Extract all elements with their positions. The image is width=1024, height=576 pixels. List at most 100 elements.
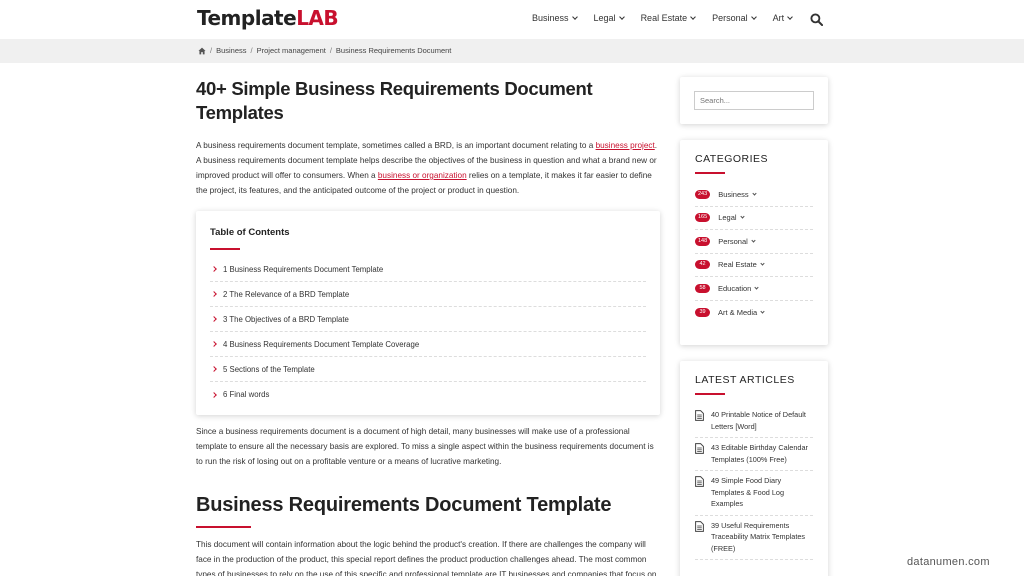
search-widget (680, 77, 828, 124)
nav-label: Real Estate (640, 13, 688, 23)
chevron-down-icon (751, 238, 756, 243)
count-badge: 148 (695, 236, 711, 246)
search-icon[interactable] (810, 13, 823, 26)
count-badge: 58 (695, 283, 710, 293)
breadcrumb-separator: / (250, 46, 253, 55)
chevron-down-icon (690, 13, 696, 20)
toc-item[interactable]: 3 The Objectives of a BRD Template (210, 307, 646, 332)
toc-item[interactable]: 2 The Relevance of a BRD Template (210, 282, 646, 307)
breadcrumb: / Business / Project management / Busine… (198, 46, 451, 55)
count-badge: 243 (695, 189, 711, 199)
chevron-right-icon (211, 366, 217, 372)
chevron-down-icon (754, 285, 759, 290)
nav-label: Art (772, 13, 785, 23)
nav-item-real-estate[interactable]: Real Estate (641, 13, 696, 23)
document-icon (695, 476, 704, 487)
toc-title-underline (210, 248, 240, 250)
category-label: Real Estate (718, 260, 757, 270)
latest-article-item[interactable]: 49 Simple Food Diary Templates & Food Lo… (695, 471, 813, 516)
watermark: datanumen.com (907, 556, 990, 568)
latest-article-title: 49 Simple Food Diary Templates & Food Lo… (711, 476, 785, 508)
site-header: TemplateLAB Business Legal Real Estate P… (0, 0, 1024, 39)
category-item-business[interactable]: 243 Business (695, 183, 813, 207)
latest-article-item[interactable]: 43 Editable Birthday Calendar Templates … (695, 438, 813, 471)
count-badge: 39 (695, 307, 710, 317)
category-label: Legal (718, 213, 737, 223)
document-icon (695, 443, 704, 454)
chevron-down-icon (571, 13, 578, 20)
category-list: 243 Business 165 Legal 148 Personal 42 Real … (695, 183, 813, 324)
section-heading-underline (196, 526, 251, 528)
category-item-personal[interactable]: 148 Personal (695, 230, 813, 254)
category-item-legal[interactable]: 165 Legal (695, 207, 813, 230)
chevron-down-icon (787, 13, 793, 20)
toc-item[interactable]: 1 Business Requirements Document Templat… (210, 257, 646, 282)
table-of-contents: Table of Contents 1 Business Requirement… (196, 211, 660, 415)
chevron-down-icon (750, 13, 757, 20)
chevron-right-icon (211, 341, 217, 347)
breadcrumb-bar: / Business / Project management / Busine… (0, 39, 1024, 63)
document-icon (695, 410, 704, 421)
category-label: Art & Media (718, 307, 758, 317)
body-paragraph: Since a business requirements document i… (196, 427, 654, 466)
toc-item-label: 3 The Objectives of a BRD Template (223, 314, 349, 324)
page-title: 40+ Simple Business Requirements Documen… (196, 78, 593, 123)
count-badge: 42 (695, 260, 710, 270)
latest-articles-list: 40 Printable Notice of Default Letters [… (695, 405, 813, 560)
widget-title-underline (695, 393, 725, 395)
category-item-art-media[interactable]: 39 Art & Media (695, 301, 813, 325)
toc-item-label: 6 Final words (223, 390, 270, 399)
search-input[interactable] (694, 91, 814, 110)
nav-item-legal[interactable]: Legal (593, 13, 625, 23)
count-badge: 165 (695, 213, 711, 223)
link-business-project[interactable]: business project (596, 141, 655, 150)
latest-articles-widget: LATEST ARTICLES 40 Printable Notice of D… (680, 361, 828, 576)
category-label: Personal (718, 236, 748, 246)
toc-title: Table of Contents (210, 227, 290, 238)
toc-item[interactable]: 5 Sections of the Template (210, 357, 646, 382)
latest-article-item[interactable]: 40 Printable Notice of Default Letters [… (695, 405, 813, 438)
widget-title: LATEST ARTICLES (695, 374, 795, 386)
latest-article-title: 43 Editable Birthday Calendar Templates … (711, 443, 808, 464)
nav-label: Business (532, 13, 569, 23)
nav-label: Personal (712, 13, 748, 23)
intro-text: A business requirements document templat… (196, 141, 596, 150)
logo-main: Template (197, 6, 297, 30)
home-icon[interactable] (198, 47, 206, 55)
chevron-down-icon (760, 261, 765, 266)
chevron-right-icon (211, 266, 217, 272)
chevron-down-icon (739, 214, 745, 219)
toc-item-label: 2 The Relevance of a BRD Template (223, 289, 350, 299)
breadcrumb-separator: / (210, 46, 213, 55)
chevron-down-icon (760, 309, 765, 314)
nav-item-art[interactable]: Art (773, 13, 793, 23)
chevron-down-icon (752, 191, 757, 196)
toc-list: 1 Business Requirements Document Templat… (210, 257, 646, 407)
toc-item-label: 1 Business Requirements Document Templat… (223, 264, 384, 274)
chevron-right-icon (211, 391, 217, 398)
latest-article-item[interactable]: 39 Useful Requirements Traceability Matr… (695, 516, 813, 560)
widget-title-underline (695, 172, 725, 174)
category-item-education[interactable]: 58 Education (695, 277, 813, 301)
breadcrumb-link-business[interactable]: Business (216, 46, 246, 55)
chevron-right-icon (211, 316, 217, 322)
nav-item-business[interactable]: Business (532, 13, 578, 23)
breadcrumb-link-project-management[interactable]: Project management (257, 46, 326, 55)
link-business-organization[interactable]: business or organization (378, 171, 467, 180)
site-logo[interactable]: TemplateLAB (197, 6, 339, 30)
nav-item-personal[interactable]: Personal (712, 13, 757, 23)
logo-accent: LAB (296, 6, 339, 30)
widget-title: CATEGORIES (695, 153, 769, 165)
category-label: Business (718, 189, 749, 199)
document-icon (695, 520, 704, 532)
toc-item-label: 4 Business Requirements Document Templat… (223, 339, 420, 349)
toc-item[interactable]: 6 Final words (210, 382, 646, 407)
section-heading: Business Requirements Document Template (196, 494, 612, 516)
nav-label: Legal (593, 13, 616, 23)
body-paragraph: This document will contain information a… (196, 540, 657, 576)
toc-item[interactable]: 4 Business Requirements Document Templat… (210, 332, 646, 357)
category-item-real-estate[interactable]: 42 Real Estate (695, 254, 813, 277)
breadcrumb-separator: / (329, 46, 332, 55)
breadcrumb-current: Business Requirements Document (335, 46, 452, 55)
chevron-right-icon (211, 291, 217, 297)
